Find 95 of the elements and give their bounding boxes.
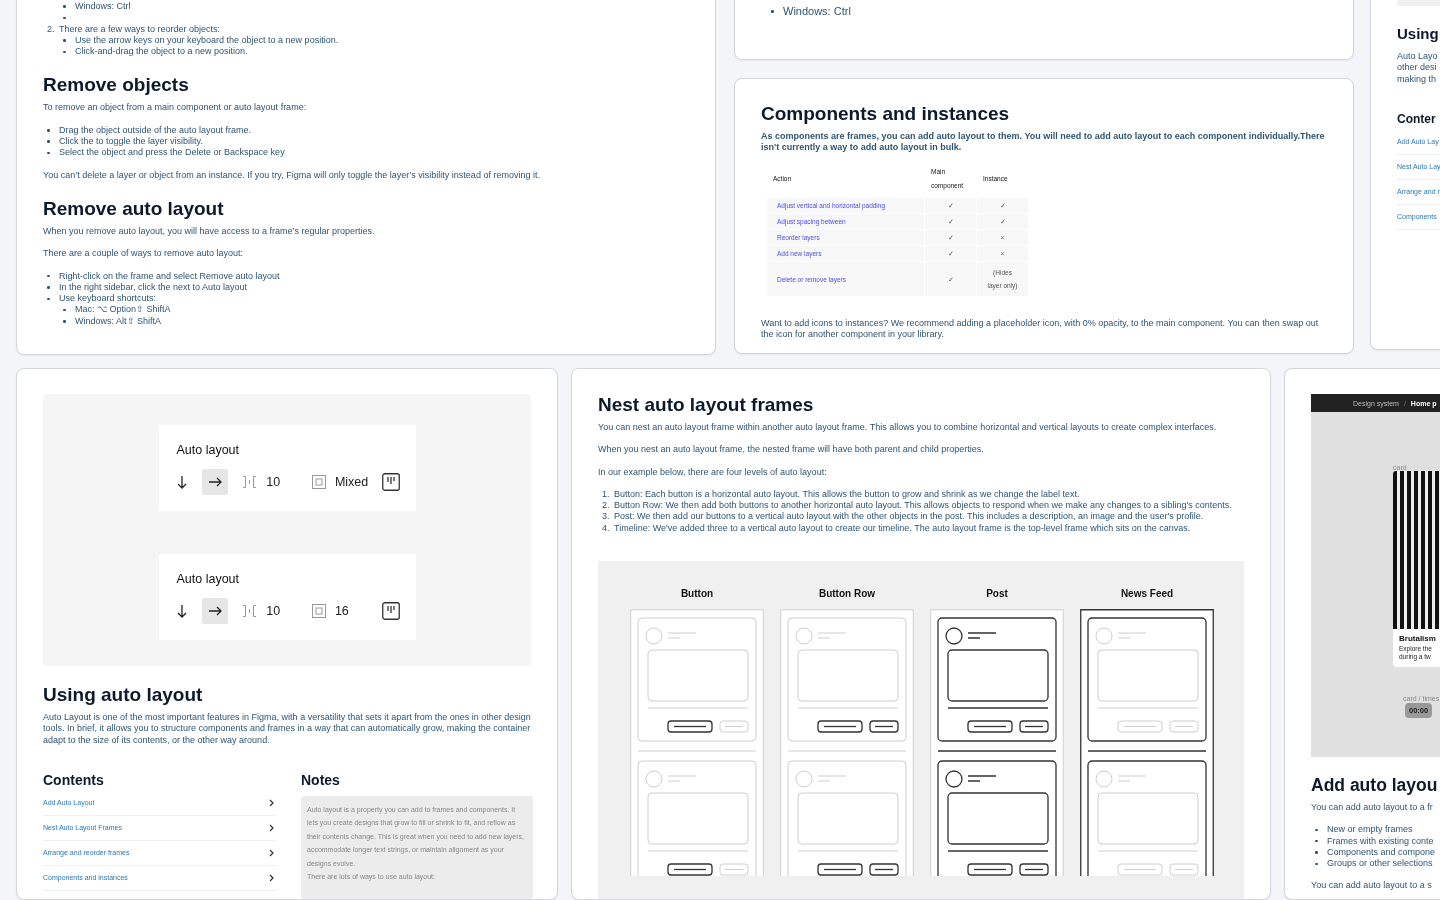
paragraph: To remove an object from a main component or auto layout frame: — [43, 102, 308, 114]
alignment-icon — [381, 602, 400, 620]
list-item: Select the object and press the Delete or Backspace key — [59, 147, 285, 159]
list-item: Components and compone — [1327, 846, 1436, 859]
list-item: Button Row: We then add both buttons to another horizontal auto layout. This allows objects to respond when we make any changes to a sibling's contents. — [614, 500, 1232, 512]
panel-title: Auto layout — [176, 571, 241, 587]
bullet-icon — [63, 16, 66, 20]
list-item: Frames with existing conte — [1327, 835, 1434, 847]
list-item: Right-click on the frame and select Remove auto layout — [59, 270, 280, 282]
section-heading: Remove auto layout — [43, 196, 225, 221]
paragraph: When you remove auto layout, you will have access to a frame’s regular properties. — [43, 225, 376, 238]
list-number: 2. — [602, 500, 611, 512]
spacing-icon — [242, 604, 258, 618]
list-item: Use the arrow keys on your keyboard the object to a new position. — [75, 34, 339, 47]
padding-value[interactable]: Mixed — [334, 475, 369, 489]
panel-title: Auto layout — [176, 442, 241, 458]
list-number: 4. — [602, 522, 611, 535]
bullet-icon — [63, 50, 66, 54]
section-heading: Contents — [43, 771, 105, 788]
list-number: 3. — [602, 511, 611, 523]
arrow-down-icon — [176, 604, 187, 618]
paragraph: You can’t delete a layer or object from an instance. If you try, Figma will only toggle the layer’s visibility instead of removing it. — [43, 169, 541, 181]
bullet-icon — [771, 10, 774, 13]
section-heading: Using auto layout — [43, 683, 204, 707]
bullet-icon — [47, 140, 50, 143]
bullet-icon — [63, 39, 66, 42]
bullet-icon — [47, 151, 50, 155]
arrow-down-icon — [176, 475, 187, 489]
list-item: There are a few ways to reorder objects: — [59, 23, 221, 35]
bullet-icon — [63, 308, 66, 312]
paragraph: You can add auto layout to a s — [1311, 880, 1433, 892]
card-title: Brutalism — [1399, 633, 1437, 645]
section-heading: Components and instances — [761, 102, 1011, 126]
section-heading: Nest auto layout frames — [598, 393, 815, 417]
bullet-icon — [1315, 840, 1318, 843]
paragraph: You can nest an auto layout frame within another auto layout frame. This allows you to combine horizontal and vertical layouts to create complex interfaces. — [598, 422, 1218, 434]
padding-icon — [311, 604, 326, 618]
spacing-value[interactable]: 10 — [266, 604, 281, 618]
paragraph: There are a couple of ways to remove auto layout: — [43, 248, 245, 260]
alignment-button[interactable] — [381, 602, 400, 620]
list-item: Groups or other selections — [1327, 858, 1433, 870]
alignment-button[interactable] — [381, 473, 400, 491]
paragraph: As components are frames, you can add auto layout to them. You will need to add auto layout to each component individually.There isn't currently a way to add auto layout in bulk. — [761, 131, 1326, 153]
bullet-icon — [1315, 828, 1318, 832]
paragraph: Want to add icons to instances? We recommend adding a placeholder icon, with 0% opacity, to the main component. You can then swap out the icon for another component in your library. — [761, 318, 1320, 341]
bullet-icon — [63, 320, 66, 323]
list-item: New or empty frames — [1327, 824, 1413, 836]
bullet-icon — [1315, 862, 1318, 866]
section-heading: Notes — [301, 771, 341, 788]
chevron-right-icon — [269, 848, 274, 857]
list-item: Windows: Ctrl — [783, 5, 851, 18]
list-item: Use keyboard shortcuts: — [59, 293, 157, 305]
list-item: Click the to toggle the layer visibility. — [59, 136, 203, 148]
column-label: Post — [985, 588, 1009, 601]
padding-value[interactable]: 16 — [334, 604, 349, 618]
paragraph: In our example below, there are four levels of auto layout: — [598, 466, 828, 478]
arrow-right-icon — [208, 606, 223, 616]
section-heading: Remove objects — [43, 73, 190, 98]
chevron-right-icon — [269, 798, 274, 807]
section-heading: Using — [1397, 24, 1440, 44]
list-item: Windows: Alt⇧ ShiftA — [75, 315, 162, 328]
section-heading: Conter — [1397, 110, 1437, 127]
paragraph: You can add auto layout to a fr — [1311, 802, 1434, 814]
spacing-icon — [242, 475, 258, 489]
column-label: Button — [679, 588, 715, 601]
bullet-icon — [63, 5, 66, 8]
padding-icon — [311, 475, 326, 489]
list-item: In the right sidebar, click the next to Auto layout — [59, 281, 248, 294]
bullet-icon — [1315, 851, 1318, 854]
list-number: 2. — [47, 23, 56, 35]
list-item: Post: We then add our buttons to a vertical auto layout with the other objects in the post. This includes a description, an image and the user's profile. — [614, 511, 1204, 523]
paragraph: Auto Layo other desi making th — [1397, 51, 1439, 85]
list-item: Timeline: We've added three to a vertical auto layout to create our timeline. The auto layout frame is the top-level frame which sits on the canvas. — [614, 522, 1191, 535]
alignment-icon — [381, 473, 400, 491]
list-number: 1. — [602, 488, 611, 501]
paragraph: When you nest an auto layout frame, the nested frame will have both parent and child properties. — [598, 444, 985, 456]
bullet-icon — [47, 286, 50, 289]
bullet-icon — [47, 274, 50, 278]
direction-button[interactable] — [202, 469, 229, 495]
column-label: Button Row — [817, 588, 877, 601]
direction-button[interactable] — [202, 598, 229, 624]
list-item: Drag the object outside of the auto layout frame. — [59, 124, 252, 137]
bullet-icon — [47, 129, 50, 132]
paragraph: Auto Layout is one of the most important features in Figma, with a versatility that sets it apart from the ones in other design tools. In brief, it allows you to structure components and frames in a way that can automatically grow, making the container adapt to the size of its contents, or the other way around. — [43, 712, 531, 746]
chevron-right-icon — [269, 873, 274, 882]
list-item: Button: Each button is a horizontal auto layout. This allows the button to grow and shrink as we change the label text. — [614, 488, 1080, 501]
spacing-value[interactable]: 10 — [266, 475, 281, 489]
chevron-right-icon — [269, 823, 274, 832]
list-item: Click-and-drag the object to a new position. — [75, 46, 248, 58]
column-label: News Feed — [1119, 588, 1175, 601]
arrow-right-icon — [208, 477, 223, 487]
section-heading: Add auto layou — [1311, 774, 1439, 797]
list-item: Mac: ⌥ Option⇧ ShiftA — [75, 304, 171, 316]
list-item: Windows: Ctrl — [75, 1, 131, 13]
bullet-icon — [47, 297, 50, 301]
